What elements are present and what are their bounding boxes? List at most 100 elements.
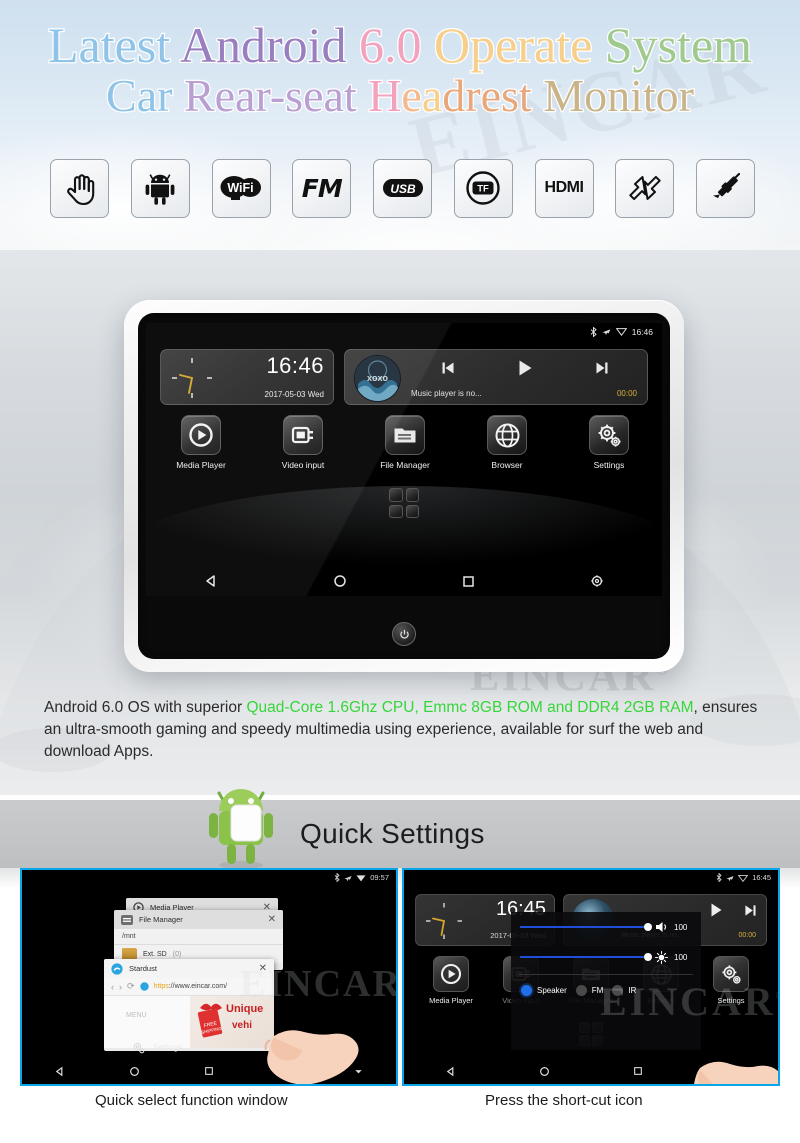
app-settings[interactable]: Settings	[570, 415, 648, 470]
airplane-icon	[726, 875, 734, 881]
status-bar-time: 16:46	[631, 326, 653, 337]
app-label: Settings	[593, 460, 625, 470]
home-icon[interactable]	[333, 574, 347, 588]
quick-settings-icon[interactable]	[726, 1066, 737, 1077]
app-drawer-grid-button[interactable]	[389, 488, 419, 518]
browser-url: https://www.eincar.com/	[153, 983, 228, 990]
recents-icon[interactable]	[462, 575, 475, 588]
app-media-player[interactable]: Media Player	[418, 956, 484, 1005]
title-segment: Monitor	[542, 70, 695, 121]
quick-settings-panel[interactable]: 100 100 Speaker FM IR	[511, 912, 701, 1050]
android-marshmallow-mascot	[209, 789, 273, 869]
music-title: Music player is no...	[411, 389, 482, 398]
screenshot-row: 09:57 EINCAR Media Player ✕ File Manager…	[0, 868, 800, 1088]
app-label: Media Player	[429, 996, 473, 1005]
title-segment: e	[400, 70, 423, 121]
right-status-bar: 16:45	[404, 870, 778, 885]
app-file-manager[interactable]: File Manager	[366, 415, 444, 470]
brightness-slider[interactable]	[520, 953, 652, 961]
clock-widget-date: 2017-05-03 Wed	[264, 390, 324, 399]
app-browser[interactable]: Browser	[468, 415, 546, 470]
brightness-value: 100	[674, 952, 688, 962]
settings-gears-icon	[133, 1042, 145, 1054]
product-description: Android 6.0 OS with superior Quad-Core 1…	[44, 697, 762, 763]
home-icon[interactable]	[539, 1066, 550, 1077]
quick-settings-icon[interactable]	[590, 574, 604, 588]
slider-handle[interactable]	[644, 953, 652, 961]
radio-ir[interactable]: IR	[612, 985, 636, 996]
wifi-icon: WiFi	[211, 158, 271, 218]
right-music-controls	[708, 902, 757, 918]
title-segment: System	[604, 17, 754, 73]
site-info-icon	[139, 982, 149, 991]
recents-icon[interactable]	[204, 1066, 214, 1076]
forward-icon[interactable]: ›	[119, 982, 122, 992]
play-icon[interactable]	[708, 902, 724, 918]
ad-headline: Unique	[226, 1003, 264, 1015]
app-media-player[interactable]: Media Player	[162, 415, 240, 470]
browser-stardust-icon	[111, 962, 123, 975]
clock-widget[interactable]: 16:46 2017-05-03 Wed	[160, 349, 334, 405]
volume-slider-row[interactable]: 100	[511, 912, 701, 942]
right-caption: Press the short-cut icon	[485, 1092, 643, 1109]
close-icon[interactable]: ✕	[259, 963, 267, 974]
audio-output-radio-group: Speaker FM IR	[511, 977, 701, 996]
page-title-line-1: Latest Android 6.0 Operate System	[0, 17, 800, 73]
product-ad-page: EINCAR Latest Android 6.0 Operate System…	[0, 0, 800, 1143]
app-settings[interactable]: Settings	[698, 956, 764, 1005]
title-segment: Rear-seat	[183, 70, 369, 121]
browser-url-bar[interactable]: ‹ › ⟳ https://www.eincar.com/	[104, 978, 274, 996]
collapse-icon[interactable]	[353, 1066, 364, 1077]
mirror-link-icon	[615, 158, 675, 218]
radio-label: FM	[591, 986, 604, 995]
back-icon[interactable]	[445, 1066, 456, 1077]
left-status-time: 09:57	[370, 873, 389, 882]
settings-gears-icon	[589, 415, 629, 455]
android-robot-icon	[130, 158, 190, 218]
volume-slider[interactable]	[520, 923, 652, 931]
slider-handle[interactable]	[644, 923, 652, 931]
media-player-icon	[433, 956, 469, 992]
play-icon[interactable]	[516, 359, 534, 377]
radio-speaker[interactable]: Speaker	[521, 985, 567, 996]
recents-icon[interactable]	[633, 1066, 643, 1076]
title-segment: Android	[179, 17, 360, 73]
device-screen[interactable]: 16:46 16:46 2017-05-03 Wed xoxo Music pl…	[146, 323, 662, 596]
previous-track-icon[interactable]	[441, 361, 455, 375]
grid-cell	[405, 488, 419, 502]
title-segment: Car	[105, 70, 184, 121]
right-screenshot: 16:45 EINCAR® 16:45 2017-05-03 Wed	[402, 868, 780, 1086]
hdmi-icon: HDMI	[534, 158, 594, 218]
music-player-widget[interactable]: xoxo Music player is no... 00:00	[344, 349, 648, 405]
brightness-slider-row[interactable]: 100	[511, 942, 701, 972]
power-button[interactable]	[392, 622, 416, 646]
desc-highlight: Quad-Core 1.6Ghz CPU, Emmc 8GB ROM and D…	[246, 699, 694, 716]
next-track-icon[interactable]	[595, 361, 609, 375]
back-icon[interactable]	[204, 574, 218, 588]
browser-globe-icon	[487, 415, 527, 455]
app-video-input[interactable]: Video input	[264, 415, 342, 470]
left-status-bar: 09:57	[22, 870, 396, 885]
app-label: Media Player	[176, 460, 226, 470]
back-icon[interactable]	[54, 1066, 65, 1077]
quick-settings-icon[interactable]	[278, 1066, 289, 1077]
home-icon[interactable]	[129, 1066, 140, 1077]
page-title-line-2: Car Rear-seat Headrest Monitor	[0, 70, 800, 121]
ad-banner[interactable]: FREE SHIPPING Unique vehi	[190, 996, 274, 1048]
wifi-signal-icon	[615, 328, 627, 336]
panel-divider	[519, 974, 693, 975]
reload-icon[interactable]: ⟳	[127, 981, 135, 992]
grid-cell	[389, 504, 403, 518]
window-browser[interactable]: Stardust ✕ ‹ › ⟳ https://www.eincar.com/…	[104, 959, 274, 1051]
radio-fm[interactable]: FM	[575, 985, 604, 996]
radio-label: IR	[628, 986, 637, 995]
back-icon[interactable]: ‹	[111, 982, 114, 992]
file-manager-icon	[121, 914, 133, 925]
settings-entry[interactable]: Settings	[132, 1041, 182, 1054]
feature-icon-row: WiFi FM USB TF HDMI	[50, 158, 755, 218]
fm-icon: FM	[292, 158, 352, 218]
music-elapsed-time: 00:00	[616, 389, 637, 398]
next-track-icon[interactable]	[744, 904, 757, 917]
folder-count: (0)	[172, 950, 182, 958]
close-icon[interactable]: ✕	[268, 914, 276, 925]
